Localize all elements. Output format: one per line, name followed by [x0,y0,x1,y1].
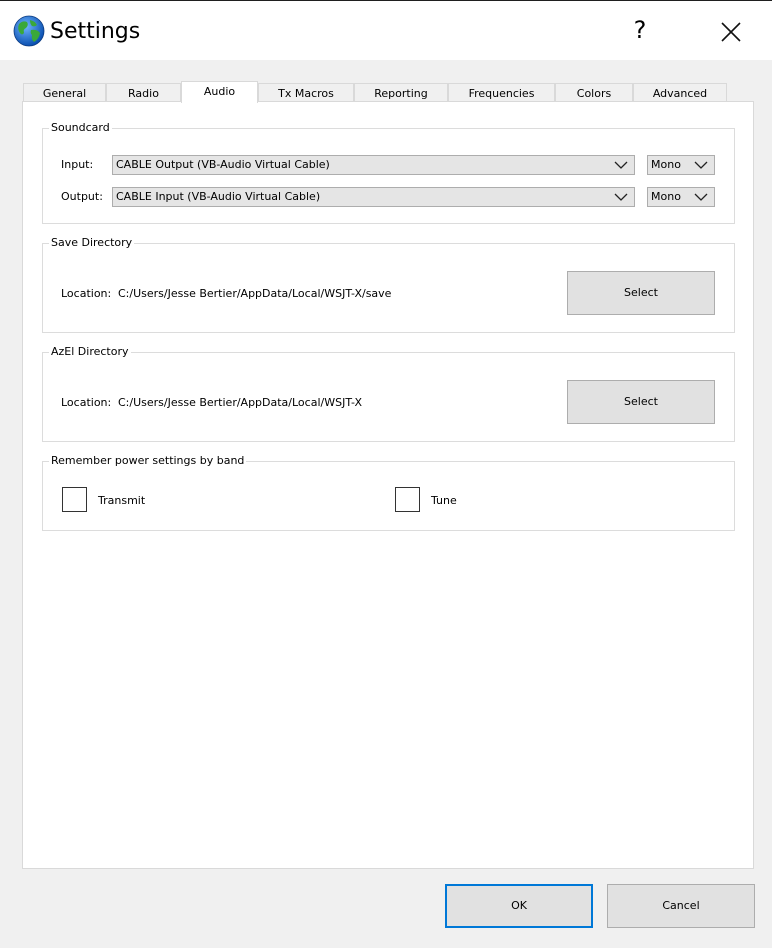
output-device-value: CABLE Input (VB-Audio Virtual Cable) [116,190,321,203]
tab-bar: General Radio Audio Tx Macros Reporting … [23,81,727,103]
close-icon[interactable] [714,15,748,49]
tune-checkbox[interactable] [395,487,420,512]
title-bar: Settings ? [0,0,772,60]
output-label: Output: [61,190,103,203]
save-directory-group: Save Directory Location: C:/Users/Jesse … [42,235,735,333]
tab-audio[interactable]: Audio [181,81,258,103]
azel-directory-group: AzEl Directory Location: C:/Users/Jesse … [42,344,735,442]
save-location-path: C:/Users/Jesse Bertier/AppData/Local/WSJ… [118,287,392,300]
window-title: Settings [50,19,141,44]
tab-tx-macros[interactable]: Tx Macros [258,83,354,102]
input-channel-value: Mono [651,158,681,171]
chevron-down-icon [694,161,708,169]
chevron-down-icon [614,193,628,201]
cancel-button[interactable]: Cancel [607,884,755,928]
azel-location-label: Location: [61,396,112,409]
tab-general[interactable]: General [23,83,106,102]
azel-directory-title: AzEl Directory [49,344,131,360]
input-channel-select[interactable]: Mono [647,155,715,175]
help-button[interactable]: ? [628,13,652,47]
tune-label[interactable]: Tune [431,493,457,509]
output-channel-value: Mono [651,190,681,203]
ok-button[interactable]: OK [445,884,593,928]
tab-advanced[interactable]: Advanced [633,83,727,102]
save-select-button[interactable]: Select [567,271,715,315]
audio-panel: Soundcard Input: CABLE Output (VB-Audio … [22,101,754,869]
save-location-label: Location: [61,287,112,300]
save-directory-title: Save Directory [49,235,135,251]
tab-colors[interactable]: Colors [555,83,633,102]
azel-select-button[interactable]: Select [567,380,715,424]
input-device-select[interactable]: CABLE Output (VB-Audio Virtual Cable) [112,155,635,175]
soundcard-group: Soundcard Input: CABLE Output (VB-Audio … [42,120,735,224]
transmit-checkbox[interactable] [62,487,87,512]
power-settings-group: Remember power settings by band Transmit… [42,453,735,531]
tab-reporting[interactable]: Reporting [354,83,448,102]
soundcard-title: Soundcard [49,120,112,136]
globe-icon [13,15,45,47]
transmit-label[interactable]: Transmit [98,493,145,509]
output-channel-select[interactable]: Mono [647,187,715,207]
azel-location-path: C:/Users/Jesse Bertier/AppData/Local/WSJ… [118,396,362,409]
input-device-value: CABLE Output (VB-Audio Virtual Cable) [116,158,330,171]
chevron-down-icon [694,193,708,201]
output-device-select[interactable]: CABLE Input (VB-Audio Virtual Cable) [112,187,635,207]
input-label: Input: [61,158,94,171]
tab-radio[interactable]: Radio [106,83,181,102]
chevron-down-icon [614,161,628,169]
tab-frequencies[interactable]: Frequencies [448,83,555,102]
power-settings-title: Remember power settings by band [49,453,247,469]
